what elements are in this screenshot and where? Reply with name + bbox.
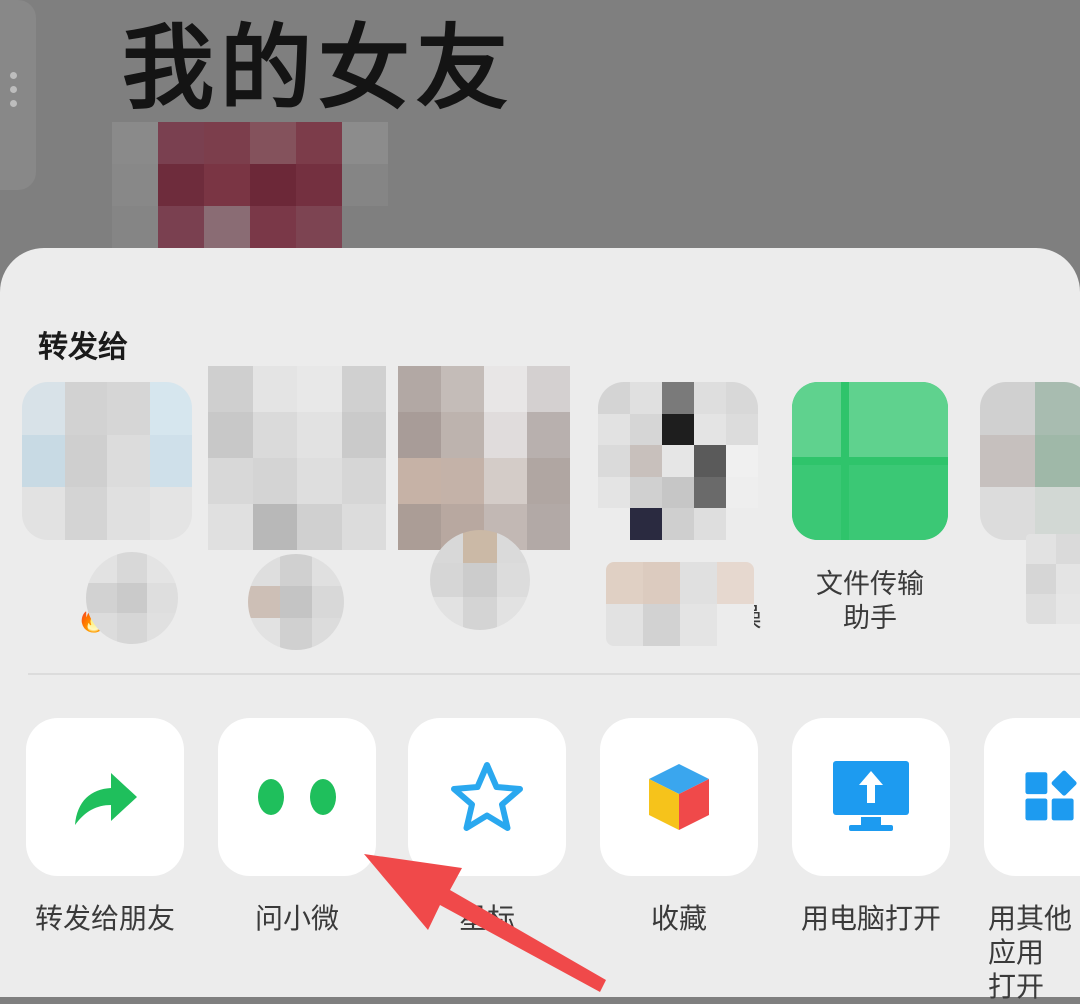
action-label: 用电脑打开: [800, 902, 941, 935]
forward-arrow-icon: [75, 773, 137, 825]
action-label: 星标: [458, 902, 515, 935]
xiaowei-eyes-icon: [258, 779, 336, 815]
avatar: [22, 382, 192, 540]
privacy-mosaic: [430, 530, 530, 630]
avatar: [598, 382, 758, 540]
section-divider: [28, 673, 1080, 675]
star-tile[interactable]: [408, 718, 566, 876]
forward-tile[interactable]: [26, 718, 184, 876]
avatar: [398, 366, 570, 550]
privacy-mosaic: [606, 562, 754, 646]
action-label: 收藏: [650, 902, 707, 935]
file-transfer-avatar: [792, 382, 948, 540]
monitor-upload-icon: [833, 761, 909, 831]
action-label: 用其他应用 打开: [988, 902, 1073, 1003]
open-on-pc-tile[interactable]: [792, 718, 950, 876]
share-sheet: 转发给 🔥情 🔥案例: [0, 248, 1080, 1003]
action-label: 问小微: [254, 902, 339, 935]
privacy-mosaic: [1026, 534, 1080, 624]
favorite-cube-icon: [649, 764, 709, 830]
side-drawer-handle[interactable]: [0, 0, 36, 190]
open-with-tile[interactable]: [984, 718, 1080, 876]
pixelated-image: [112, 122, 388, 248]
more-dots-icon: [10, 72, 20, 114]
favorite-tile[interactable]: [600, 718, 758, 876]
forward-to-label: 转发给: [38, 330, 128, 365]
avatar: [980, 382, 1080, 540]
privacy-mosaic: [248, 554, 344, 650]
article-title: 我的女友: [122, 15, 515, 122]
action-label: 转发给朋友: [34, 902, 175, 935]
avatar: [208, 366, 386, 550]
apps-grid-icon: [1025, 770, 1077, 821]
contact-name: 文件传输 助手: [816, 569, 924, 634]
privacy-mosaic: [86, 552, 178, 644]
star-icon: [451, 762, 523, 831]
ask-xiaowei-tile[interactable]: [218, 718, 376, 876]
